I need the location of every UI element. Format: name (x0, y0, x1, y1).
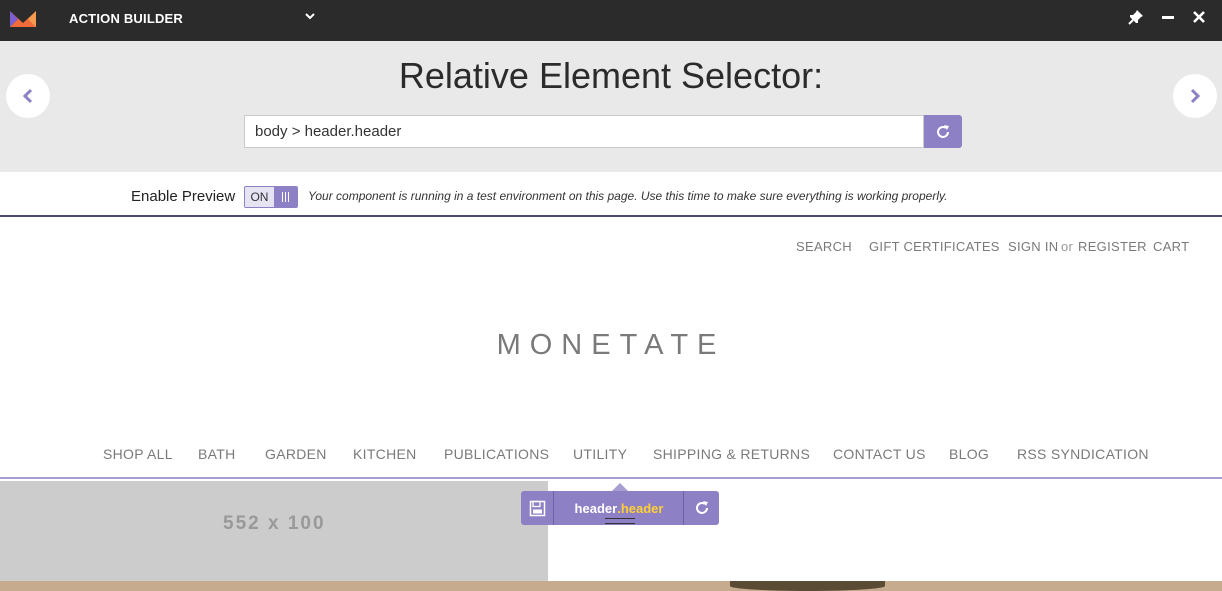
util-nav-sign-in[interactable]: SIGN IN (1008, 239, 1059, 254)
placeholder-size-label: 552 x 100 (223, 513, 326, 534)
site-logo[interactable]: MONETATE (0, 329, 1222, 362)
main-nav-blog[interactable]: BLOG (949, 446, 989, 462)
refresh-element-button[interactable] (685, 491, 719, 525)
enable-preview-label: Enable Preview (131, 188, 236, 205)
panel-title: Relative Element Selector: (398, 55, 824, 96)
pin-icon[interactable] (1128, 9, 1144, 25)
hero-image-detail (730, 581, 885, 591)
refresh-icon (937, 124, 949, 138)
main-nav-kitchen[interactable]: KITCHEN (353, 446, 417, 462)
main-nav-garden[interactable]: GARDEN (265, 446, 327, 462)
util-nav-search[interactable]: SEARCH (796, 239, 852, 254)
toggle-handle-icon (273, 187, 297, 207)
main-nav-shop-all[interactable]: SHOP ALL (103, 446, 173, 462)
main-nav-rss-syndication[interactable]: RSS SYNDICATION (1017, 446, 1149, 462)
main-nav-publications[interactable]: PUBLICATIONS (444, 446, 549, 462)
next-step-button[interactable] (1173, 74, 1217, 118)
hero-image-strip (0, 581, 1222, 591)
main-nav-bath[interactable]: BATH (198, 446, 236, 462)
arrow-right-icon (1190, 88, 1201, 104)
element-tag-name: header (574, 500, 618, 516)
top-bar: ACTION BUILDER (0, 0, 1222, 41)
element-class-name: header (620, 500, 664, 516)
drag-handle-icon[interactable] (605, 518, 635, 524)
refresh-icon (696, 501, 708, 514)
main-nav-utility[interactable]: UTILITY (573, 446, 627, 462)
main-nav-shipping-returns[interactable]: SHIPPING & RETURNS (653, 446, 810, 462)
main-nav-contact-us[interactable]: CONTACT US (833, 446, 926, 462)
image-placeholder: 552 x 100 (0, 481, 548, 581)
close-icon[interactable] (1191, 9, 1207, 25)
selector-input[interactable] (244, 115, 924, 148)
enable-preview-toggle[interactable]: ON (244, 186, 298, 208)
selector-panel: Relative Element Selector: (0, 41, 1222, 172)
minimize-icon[interactable] (1160, 9, 1176, 25)
selected-element-outline (0, 477, 1222, 479)
action-builder-window: ACTION BUILDER Relative Element Selector… (0, 0, 1222, 591)
monetate-logo-icon (10, 11, 36, 27)
util-nav-or: or (1061, 239, 1074, 254)
app-title: ACTION BUILDER (69, 11, 184, 26)
refresh-selector-button[interactable] (924, 115, 962, 148)
site-preview: SEARCH GIFT CERTIFICATES SIGN IN or REGI… (0, 217, 1222, 591)
preview-note: Your component is running in a test envi… (308, 189, 948, 203)
preview-bar: Enable Preview ON Your component is runn… (0, 172, 1222, 217)
element-tooltip: header. header (521, 491, 719, 525)
util-nav-register[interactable]: REGISTER (1078, 239, 1147, 254)
save-icon (529, 500, 545, 516)
util-nav-cart[interactable]: CART (1153, 239, 1189, 254)
toggle-state-label: ON (245, 187, 274, 207)
chevron-down-icon[interactable] (303, 9, 317, 23)
util-nav-gift-certificates[interactable]: GIFT CERTIFICATES (869, 239, 1000, 254)
save-element-button[interactable] (521, 491, 554, 525)
